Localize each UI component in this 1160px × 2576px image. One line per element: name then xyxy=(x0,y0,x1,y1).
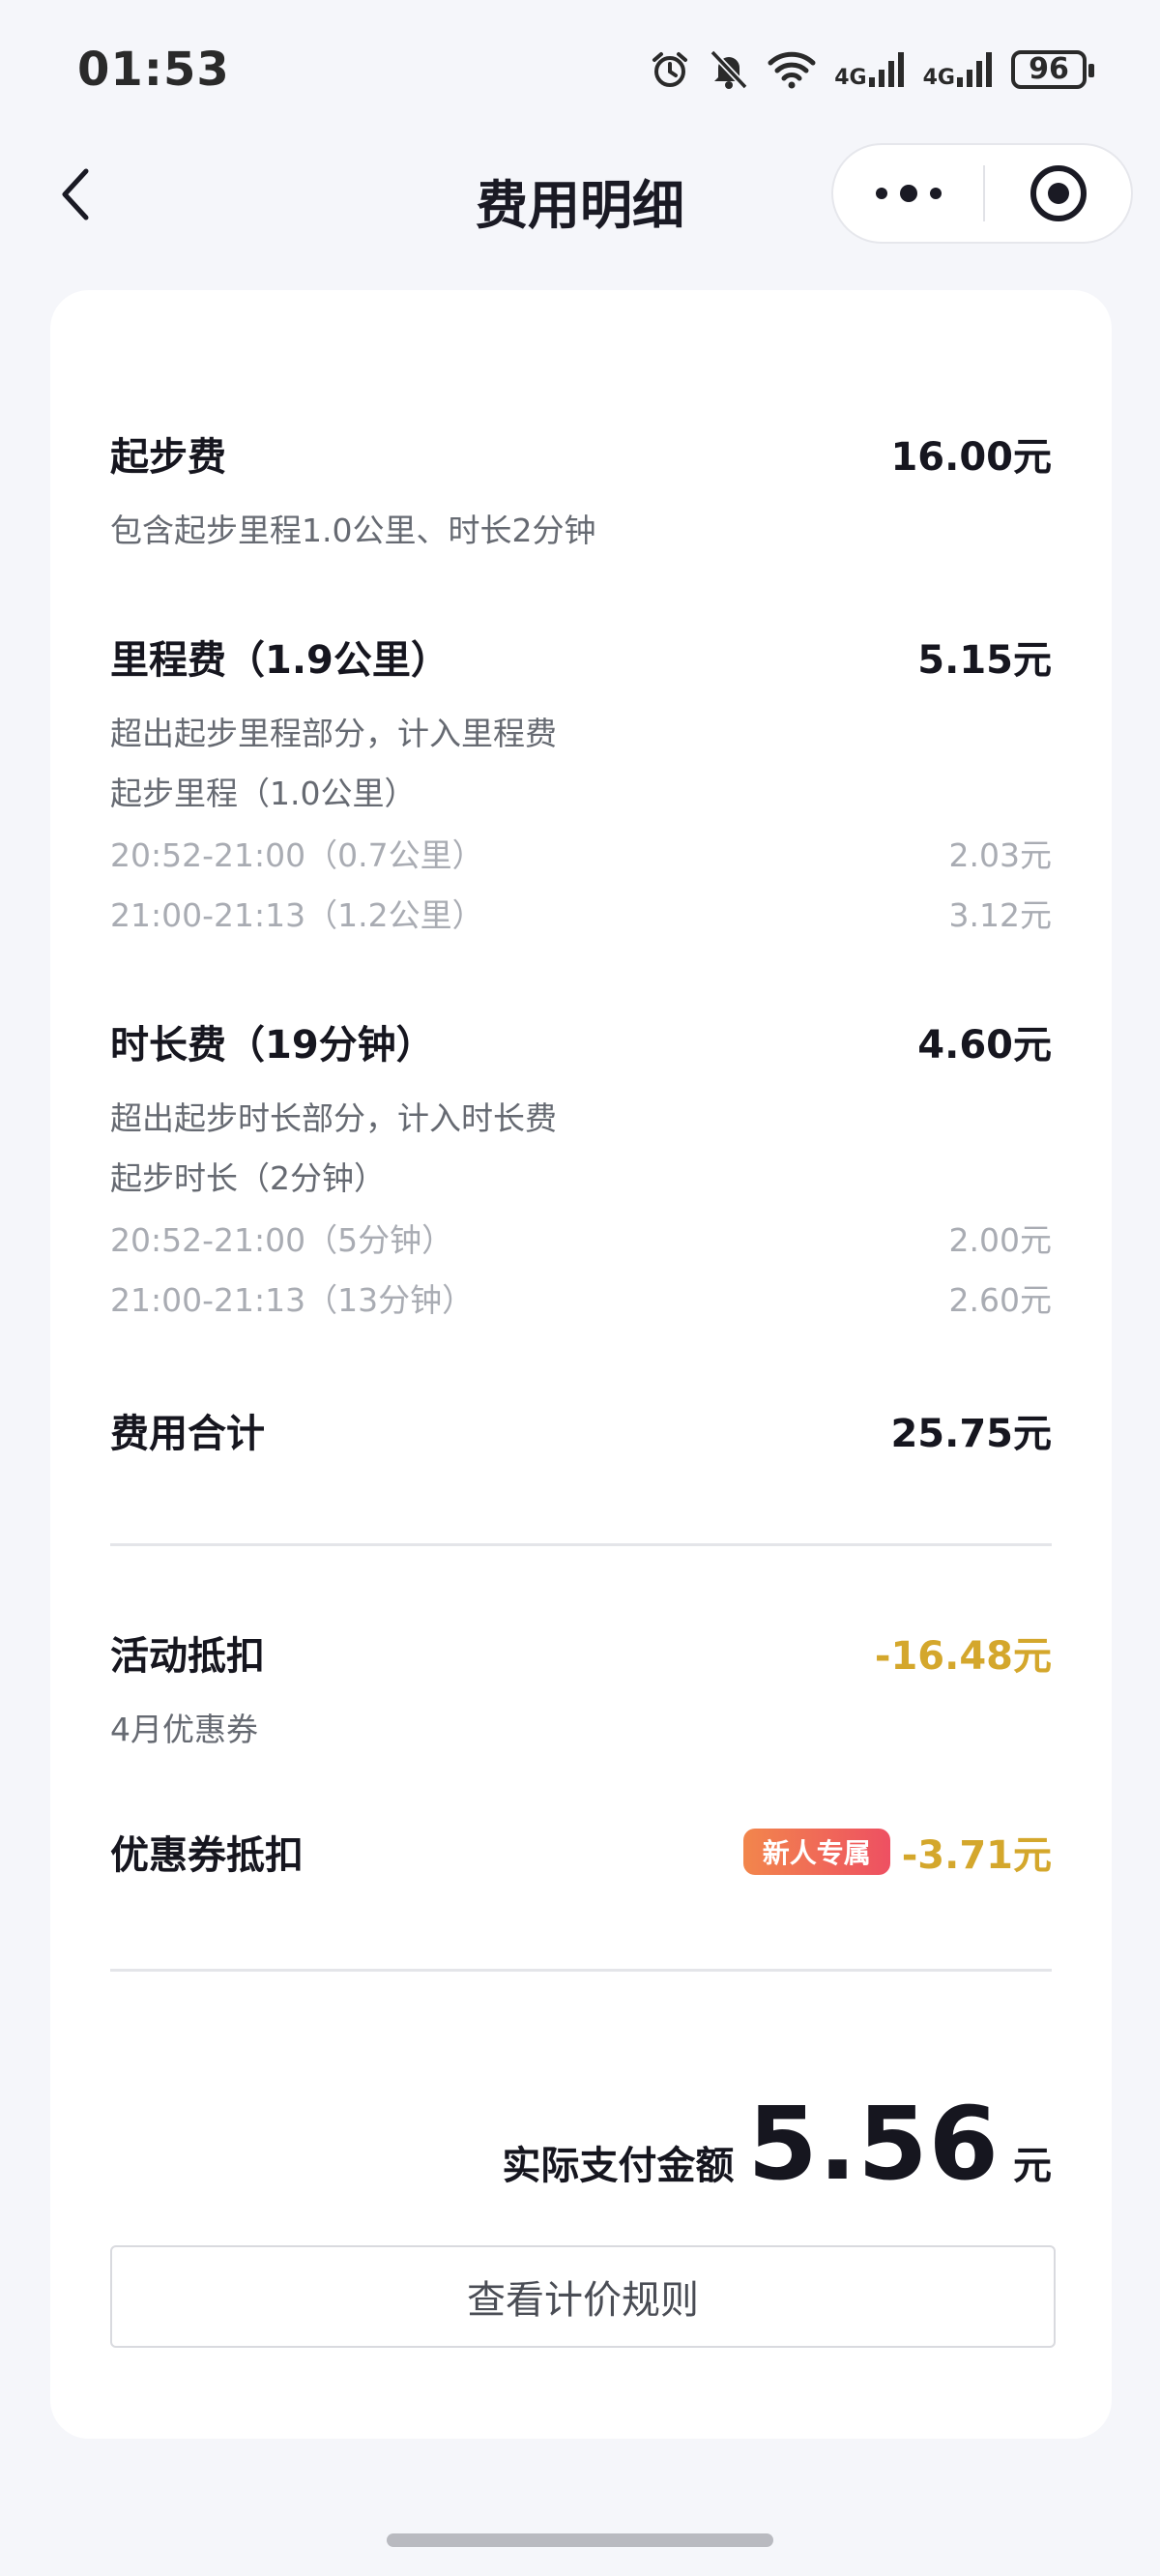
section-divider xyxy=(110,1543,1052,1546)
mileage-detail-row: 21:00-21:13（1.2公里） 3.12元 xyxy=(110,890,1052,936)
subtotal-row: 费用合计 25.75元 xyxy=(110,1402,1052,1458)
duration-fee-title: 时长费（19分钟） xyxy=(110,1023,435,1068)
page: 01:53 4G 4G 96 费用明细 起步费 16.00元 包含起步里程1.0… xyxy=(0,0,1160,2576)
subtotal-title: 费用合计 xyxy=(110,1412,265,1456)
home-indicator[interactable] xyxy=(387,2533,773,2547)
mileage-fee-title: 里程费（1.9公里） xyxy=(110,638,450,683)
nav-bar: 费用明细 xyxy=(0,135,1160,251)
duration-fee-amount: 4.60元 xyxy=(917,1023,1052,1068)
view-pricing-rules-button[interactable]: 查看计价规则 xyxy=(110,2245,1056,2348)
duration-fee-row: 时长费（19分钟） 4.60元 xyxy=(110,1013,1052,1069)
status-icons: 4G 4G 96 xyxy=(649,44,1094,95)
mileage-detail-amount: 2.03元 xyxy=(948,836,1052,874)
status-time: 01:53 xyxy=(77,43,230,97)
mileage-fee-row: 里程费（1.9公里） 5.15元 xyxy=(110,629,1052,685)
mileage-base-note: 起步里程（1.0公里） xyxy=(110,775,417,812)
duration-detail-amount: 2.60元 xyxy=(948,1281,1052,1319)
close-mini-program-button[interactable] xyxy=(985,145,1131,242)
coupon-discount-row: 优惠券抵扣 新人专属 -3.71元 xyxy=(110,1824,1052,1880)
mini-program-capsule xyxy=(831,143,1133,244)
duration-base-note: 起步时长（2分钟） xyxy=(110,1159,386,1197)
activity-discount-title: 活动抵扣 xyxy=(110,1634,265,1679)
battery-level: 96 xyxy=(1029,52,1069,86)
duration-detail-row: 20:52-21:00（5分钟） 2.00元 xyxy=(110,1215,1052,1261)
mileage-fee-amount: 5.15元 xyxy=(917,638,1052,683)
actual-payment-label: 实际支付金额 xyxy=(502,2144,735,2188)
network-type-2: 4G xyxy=(922,66,955,90)
duration-detail-amount: 2.00元 xyxy=(948,1221,1052,1259)
coupon-discount-amount: -3.71元 xyxy=(901,1833,1052,1878)
wifi-icon xyxy=(768,51,816,89)
more-dots-icon xyxy=(875,185,942,202)
base-fee-desc: 包含起步里程1.0公里、时长2分钟 xyxy=(110,512,596,549)
mileage-detail-row: 20:52-21:00（0.7公里） 2.03元 xyxy=(110,830,1052,876)
signal-1: 4G xyxy=(834,50,905,89)
duration-detail-label: 21:00-21:13（13分钟） xyxy=(110,1281,475,1319)
base-fee-title: 起步费 xyxy=(110,435,226,480)
base-fee-amount: 16.00元 xyxy=(890,435,1052,480)
duration-fee-desc: 超出起步时长部分，计入时长费 xyxy=(110,1099,557,1137)
coupon-discount-value: 新人专属 -3.71元 xyxy=(742,1824,1052,1880)
actual-payment: 实际支付金额 5.56 元 xyxy=(502,2085,1052,2203)
signal-bars-icon xyxy=(868,52,904,87)
section-divider xyxy=(110,1969,1052,1972)
activity-discount-row: 活动抵扣 -16.48元 xyxy=(110,1625,1052,1681)
activity-discount-amount: -16.48元 xyxy=(874,1634,1052,1679)
status-bar: 01:53 4G 4G 96 xyxy=(0,0,1160,145)
signal-2: 4G xyxy=(923,50,994,89)
mileage-detail-amount: 3.12元 xyxy=(948,896,1052,934)
mileage-fee-desc: 超出起步里程部分，计入里程费 xyxy=(110,715,557,752)
duration-detail-row: 21:00-21:13（13分钟） 2.60元 xyxy=(110,1274,1052,1321)
activity-discount-desc: 4月优惠券 xyxy=(110,1711,258,1748)
actual-payment-unit: 元 xyxy=(1013,2144,1052,2188)
fee-detail-card: 起步费 16.00元 包含起步里程1.0公里、时长2分钟 里程费（1.9公里） … xyxy=(50,290,1112,2439)
more-button[interactable] xyxy=(833,145,983,242)
new-user-badge: 新人专属 xyxy=(742,1829,890,1875)
subtotal-amount: 25.75元 xyxy=(890,1412,1052,1456)
network-type-1: 4G xyxy=(834,66,867,90)
mute-bell-icon xyxy=(710,49,748,90)
base-fee-row: 起步费 16.00元 xyxy=(110,425,1052,482)
mileage-detail-label: 20:52-21:00（0.7公里） xyxy=(110,836,484,874)
alarm-icon xyxy=(652,52,688,87)
target-close-icon xyxy=(1030,165,1087,221)
battery-icon: 96 xyxy=(1011,50,1094,89)
actual-payment-value: 5.56 xyxy=(747,2085,1000,2203)
signal-bars-icon xyxy=(957,52,992,87)
duration-detail-label: 20:52-21:00（5分钟） xyxy=(110,1221,454,1259)
mileage-detail-label: 21:00-21:13（1.2公里） xyxy=(110,896,484,934)
coupon-discount-title: 优惠券抵扣 xyxy=(110,1833,304,1878)
